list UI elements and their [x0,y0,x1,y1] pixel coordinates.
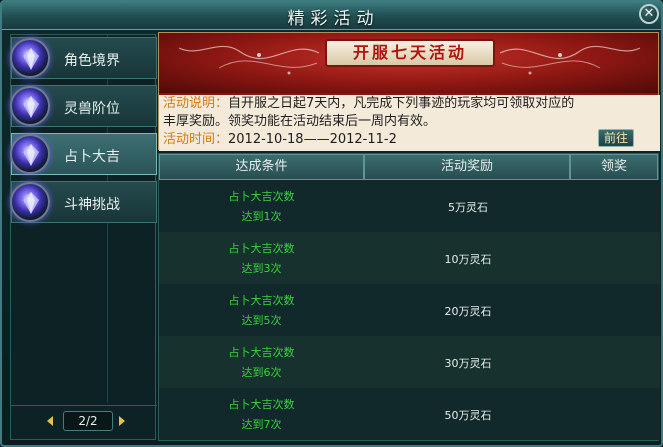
crystal-orb-icon [10,38,50,78]
activity-description: 活动说明：自开服之日起7天内，凡完成下列事迹的玩家均可领取对应的 丰厚奖励。领奖… [159,95,660,151]
header-claim: 领奖 [570,154,658,180]
table-row: 占卜大吉次数 达到5次 20万灵石 [159,284,660,336]
condition-name: 占卜大吉次数 [228,242,295,255]
sidebar-item-label: 斗神挑战 [64,197,120,213]
reward-value: 30万灵石 [444,357,492,370]
sidebar-item-label: 角色境界 [64,53,120,69]
activity-time-line: 活动时间：2012-10-18——2012-11-2 [163,131,656,149]
close-button[interactable]: ✕ [639,4,659,24]
condition-target: 达到3次 [241,262,282,275]
table-row: 占卜大吉次数 达到1次 5万灵石 [159,180,660,232]
table-row: 占卜大吉次数 达到3次 10万灵石 [159,232,660,284]
reward-value: 5万灵石 [448,201,488,214]
reward-value: 20万灵石 [444,305,492,318]
condition-target: 达到5次 [241,314,282,327]
prev-page-arrow-icon[interactable] [47,416,53,426]
sidebar-item-divination[interactable]: 占卜大吉 [10,133,157,175]
title-bar: 精彩活动 ✕ [2,2,661,30]
window-title: 精彩活动 [287,9,380,29]
page-indicator: 2/2 [63,411,113,431]
time-key: 活动时间： [163,132,229,147]
condition-name: 占卜大吉次数 [228,294,295,307]
table-header: 达成条件 活动奖励 领奖 [159,154,658,180]
time-value: 2012-10-18——2012-11-2 [228,132,397,147]
activity-banner: 开服七天活动 活动说明：自开服之日起7天内，凡完成下列事迹的玩家均可领取对应的 … [158,32,660,151]
header-reward: 活动奖励 [364,154,570,180]
table-row: 占卜大吉次数 达到7次 50万灵石 [159,388,660,440]
banner-header: 开服七天活动 [159,33,658,93]
sidebar-pager: 2/2 [11,405,157,439]
activity-window: 精彩活动 ✕ 角色境界 灵兽阶位 占卜大吉 斗神挑战 2/2 开服七天活动 活动… [0,0,663,447]
banner-title: 开服七天活动 [325,39,495,67]
close-icon: ✕ [643,6,655,21]
condition-name: 占卜大吉次数 [228,346,295,359]
condition-target: 达到7次 [241,418,282,431]
crystal-orb-icon [10,86,50,126]
sidebar-item-beast-rank[interactable]: 灵兽阶位 [10,85,157,127]
sidebar-item-role-realm[interactable]: 角色境界 [10,37,157,79]
table-row: 占卜大吉次数 达到6次 30万灵石 [159,336,660,388]
crystal-orb-icon [10,182,50,222]
reward-value: 50万灵石 [444,409,492,422]
description-key: 活动说明： [163,96,229,111]
sidebar-item-label: 灵兽阶位 [64,101,120,117]
description-line-2: 丰厚奖励。领奖功能在活动结束后一周内有效。 [163,114,437,129]
description-line-1: 活动说明：自开服之日起7天内，凡完成下列事迹的玩家均可领取对应的 [163,95,656,113]
condition-target: 达到1次 [241,210,282,223]
next-page-arrow-icon[interactable] [119,416,125,426]
activity-sidebar: 角色境界 灵兽阶位 占卜大吉 斗神挑战 2/2 [10,34,157,440]
description-text-1: 自开服之日起7天内，凡完成下列事迹的玩家均可领取对应的 [228,96,575,111]
condition-name: 占卜大吉次数 [228,398,295,411]
reward-table: 达成条件 活动奖励 领奖 占卜大吉次数 达到1次 5万灵石 占卜大吉次数 达到3… [158,153,660,441]
goto-button[interactable]: 前往 [598,129,634,147]
sidebar-item-god-challenge[interactable]: 斗神挑战 [10,181,157,223]
header-condition: 达成条件 [159,154,364,180]
sidebar-item-label: 占卜大吉 [64,149,120,165]
reward-value: 10万灵石 [444,253,492,266]
crystal-orb-icon [10,134,50,174]
condition-name: 占卜大吉次数 [228,190,295,203]
condition-target: 达到6次 [241,366,282,379]
